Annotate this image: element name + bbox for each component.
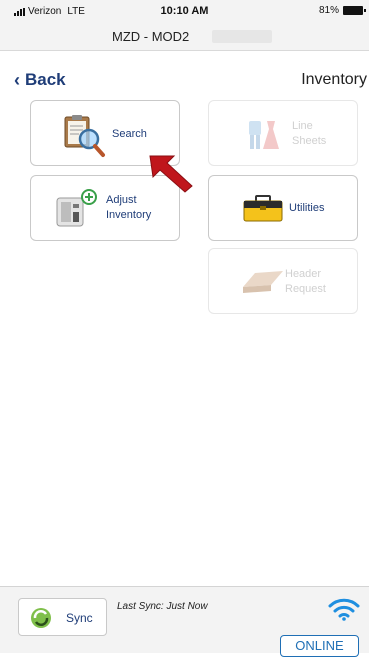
wifi-icon bbox=[328, 598, 360, 621]
sync-label: Sync bbox=[66, 611, 93, 625]
paper-stack-icon bbox=[243, 271, 283, 293]
label-printer-plus-icon bbox=[56, 189, 97, 227]
back-label: Back bbox=[25, 70, 66, 89]
device-name: MZD - MOD2 bbox=[112, 29, 190, 44]
header-request-label-1: Header bbox=[285, 268, 322, 280]
red-arrow-icon bbox=[149, 155, 193, 193]
line-sheets-label-2: Sheets bbox=[292, 135, 327, 147]
status-bar: Verizon LTE 10:10 AM 81% bbox=[0, 0, 369, 22]
last-sync-text: Last Sync: Just Now bbox=[117, 601, 208, 612]
back-button[interactable]: ‹ Back bbox=[14, 70, 66, 90]
header-request-label-2: Request bbox=[285, 283, 326, 295]
line-sheets-tile[interactable]: Line Sheets bbox=[208, 100, 358, 166]
battery-icon bbox=[343, 6, 366, 15]
nav-bar: ‹ Back Inventory bbox=[0, 50, 369, 94]
page-title: Inventory bbox=[301, 71, 367, 88]
chevron-left-icon: ‹ bbox=[14, 70, 20, 90]
sync-button[interactable]: Sync bbox=[18, 598, 107, 636]
online-status-badge: ONLINE bbox=[280, 635, 359, 657]
battery-percent: 81% bbox=[318, 5, 339, 16]
clipboard-magnifier-icon bbox=[64, 115, 105, 157]
battery-info: 81% bbox=[318, 5, 366, 16]
header-request-tile[interactable]: Header Request bbox=[208, 248, 358, 314]
clothing-icon bbox=[249, 121, 279, 149]
adjust-label-1: Adjust bbox=[106, 194, 137, 206]
utilities-tile[interactable]: Utilities bbox=[208, 175, 358, 241]
title-bar: MZD - MOD2 bbox=[0, 22, 369, 51]
redacted-field bbox=[212, 30, 272, 43]
toolbox-icon bbox=[243, 195, 283, 222]
line-sheets-label-1: Line bbox=[292, 120, 313, 132]
search-label: Search bbox=[112, 128, 147, 140]
sync-icon bbox=[31, 608, 51, 628]
footer-bar: Sync Last Sync: Just Now ONLINE bbox=[0, 586, 369, 657]
status-time: 10:10 AM bbox=[160, 5, 209, 17]
utilities-label: Utilities bbox=[289, 202, 325, 214]
adjust-label-2: Inventory bbox=[106, 209, 152, 221]
